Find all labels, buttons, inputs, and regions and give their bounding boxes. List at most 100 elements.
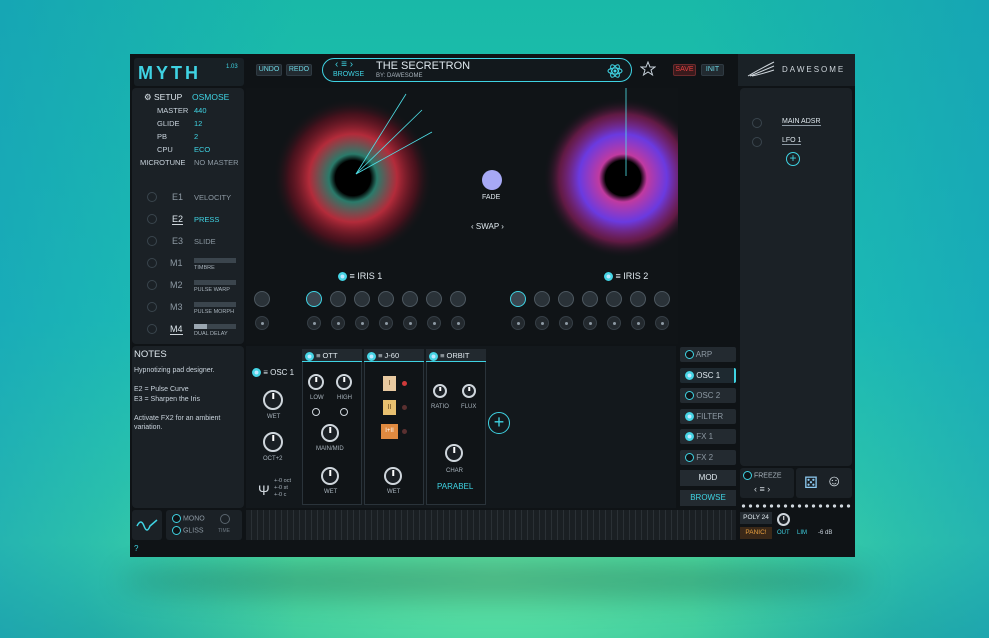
iris-shape-1[interactable] [254,291,270,307]
iris-dot-3[interactable] [331,316,345,330]
iris-dot-8[interactable] [451,316,465,330]
output-db-value[interactable]: -6 dB [818,530,832,536]
setup-mode[interactable]: OSMOSE [192,92,229,102]
setup-microtune-value[interactable]: NO MASTER [194,158,239,167]
main-adsr-label[interactable]: MAIN ADSR [782,118,821,126]
panic-button[interactable]: PANIC! [740,527,772,539]
iris-shape-11[interactable] [558,291,574,307]
osc-tune-values[interactable]: +-0 oct +-0 st +-0 c [274,478,291,499]
iris-shape-8[interactable] [450,291,466,307]
iris-dot-4[interactable] [355,316,369,330]
iris-dot-2[interactable] [307,316,321,330]
iris-dot-15[interactable] [655,316,669,330]
macro-m2-slot[interactable] [147,280,157,290]
swap-button[interactable]: ‹ SWAP › [471,222,504,231]
fx-j60-header[interactable]: ≡ J-60 [364,349,424,362]
iris-dot-9[interactable] [511,316,525,330]
fx-orbit-header[interactable]: ≡ ORBIT [426,349,486,362]
browse-link[interactable]: BROWSE [333,71,364,78]
orbit-char-knob[interactable] [445,444,463,462]
character-icon[interactable]: ☺ [826,473,842,491]
iris-dot-5[interactable] [379,316,393,330]
iris-shape-10[interactable] [534,291,550,307]
iris-shape-6[interactable] [402,291,418,307]
limiter-toggle[interactable]: LIM [797,530,807,536]
tab-osc-2[interactable]: OSC 2 [680,388,736,403]
iris-dot-6[interactable] [403,316,417,330]
setup-cpu-value[interactable]: ECO [194,145,210,154]
iris-dot-11[interactable] [559,316,573,330]
iris1-title[interactable]: ≡ IRIS 1 [338,271,382,282]
tab-fx-1[interactable]: FX 1 [680,429,736,444]
orbit-ratio-knob[interactable] [433,384,447,398]
j60-wet-knob[interactable] [384,467,402,485]
iris-shape-15[interactable] [654,291,670,307]
iris-shape-13[interactable] [606,291,622,307]
tab-led[interactable] [685,391,694,401]
setup-glide-value[interactable]: 12 [194,119,202,128]
save-button[interactable]: SAVE [673,64,696,76]
tab-filter[interactable]: FILTER [680,408,736,424]
iris-shape-12[interactable] [582,291,598,307]
tab-led[interactable] [685,370,694,380]
expr-e2-slot[interactable] [147,214,157,224]
mod-tab-button[interactable]: MOD [680,470,736,486]
iris-shape-4[interactable] [354,291,370,307]
j60-mode-i-ii-button[interactable]: I+II [381,424,398,439]
iris-dot-10[interactable] [535,316,549,330]
atom-icon[interactable] [607,63,623,79]
expr-e1-label[interactable]: VELOCITY [194,193,231,202]
macro-m1-bar[interactable] [194,258,236,263]
expr-e3-slot[interactable] [147,236,157,246]
favorite-star-icon[interactable] [640,61,656,77]
ott-small-knob-2[interactable] [340,408,348,416]
ott-small-knob-1[interactable] [312,408,320,416]
orbit-mode-select[interactable]: PARABEL [437,482,473,491]
dice-icon[interactable]: ⚄ [804,473,818,493]
glide-time-knob[interactable] [220,514,230,524]
gliss-toggle[interactable]: GLISS [172,526,204,535]
expr-e2-label[interactable]: PRESS [194,215,219,224]
osc1-title[interactable]: ≡ OSC 1 [252,368,294,378]
macro-m1-slot[interactable] [147,258,157,268]
freeze-toggle[interactable]: FREEZE [743,471,782,480]
output-knob[interactable] [777,513,790,526]
j60-mode-i-button[interactable]: I [383,376,396,391]
fade-knob[interactable] [482,170,502,190]
ott-wet-knob[interactable] [321,467,339,485]
undo-button[interactable]: UNDO [256,64,282,76]
add-mod-button[interactable]: + [786,152,800,166]
lfo1-slot[interactable] [752,137,762,147]
setup-pb-value[interactable]: 2 [194,132,198,141]
iris-dot-7[interactable] [427,316,441,330]
tab-led[interactable] [685,432,694,442]
iris-dot-1[interactable] [255,316,269,330]
redo-button[interactable]: REDO [286,64,312,76]
help-button[interactable]: ? [134,544,138,553]
tab-led[interactable] [685,411,694,421]
iris-shape-14[interactable] [630,291,646,307]
add-fx-button[interactable]: + [488,412,510,434]
expr-e1-slot[interactable] [147,192,157,202]
keyboard-strip[interactable] [246,510,736,540]
iris-dot-13[interactable] [607,316,621,330]
expr-e3-label[interactable]: SLIDE [194,237,216,246]
tab-fx-2[interactable]: FX 2 [680,449,736,465]
osc-oct-knob[interactable] [263,432,283,452]
main-adsr-slot[interactable] [752,118,762,128]
iris-dot-14[interactable] [631,316,645,330]
tab-led[interactable] [685,452,694,462]
notes-text[interactable]: Hypnotizing pad designer. E2 = Pulse Curv… [134,366,242,433]
freeze-nav-icon[interactable]: ‹ ≡ › [754,484,770,494]
browse-tab-button[interactable]: BROWSE [680,490,736,506]
j60-mode-ii-button[interactable]: II [383,400,396,415]
fx-ott-header[interactable]: ≡ OTT [302,349,362,362]
macro-m3-bar[interactable] [194,302,236,307]
mono-toggle[interactable]: MONO [172,514,205,523]
ott-high-knob[interactable] [336,374,352,390]
tab-osc-1[interactable]: OSC 1 [680,367,736,383]
macro-m3-slot[interactable] [147,302,157,312]
macro-m4-slot[interactable] [147,324,157,334]
wave-icon[interactable] [136,516,158,534]
init-button[interactable]: INIT [701,64,724,76]
